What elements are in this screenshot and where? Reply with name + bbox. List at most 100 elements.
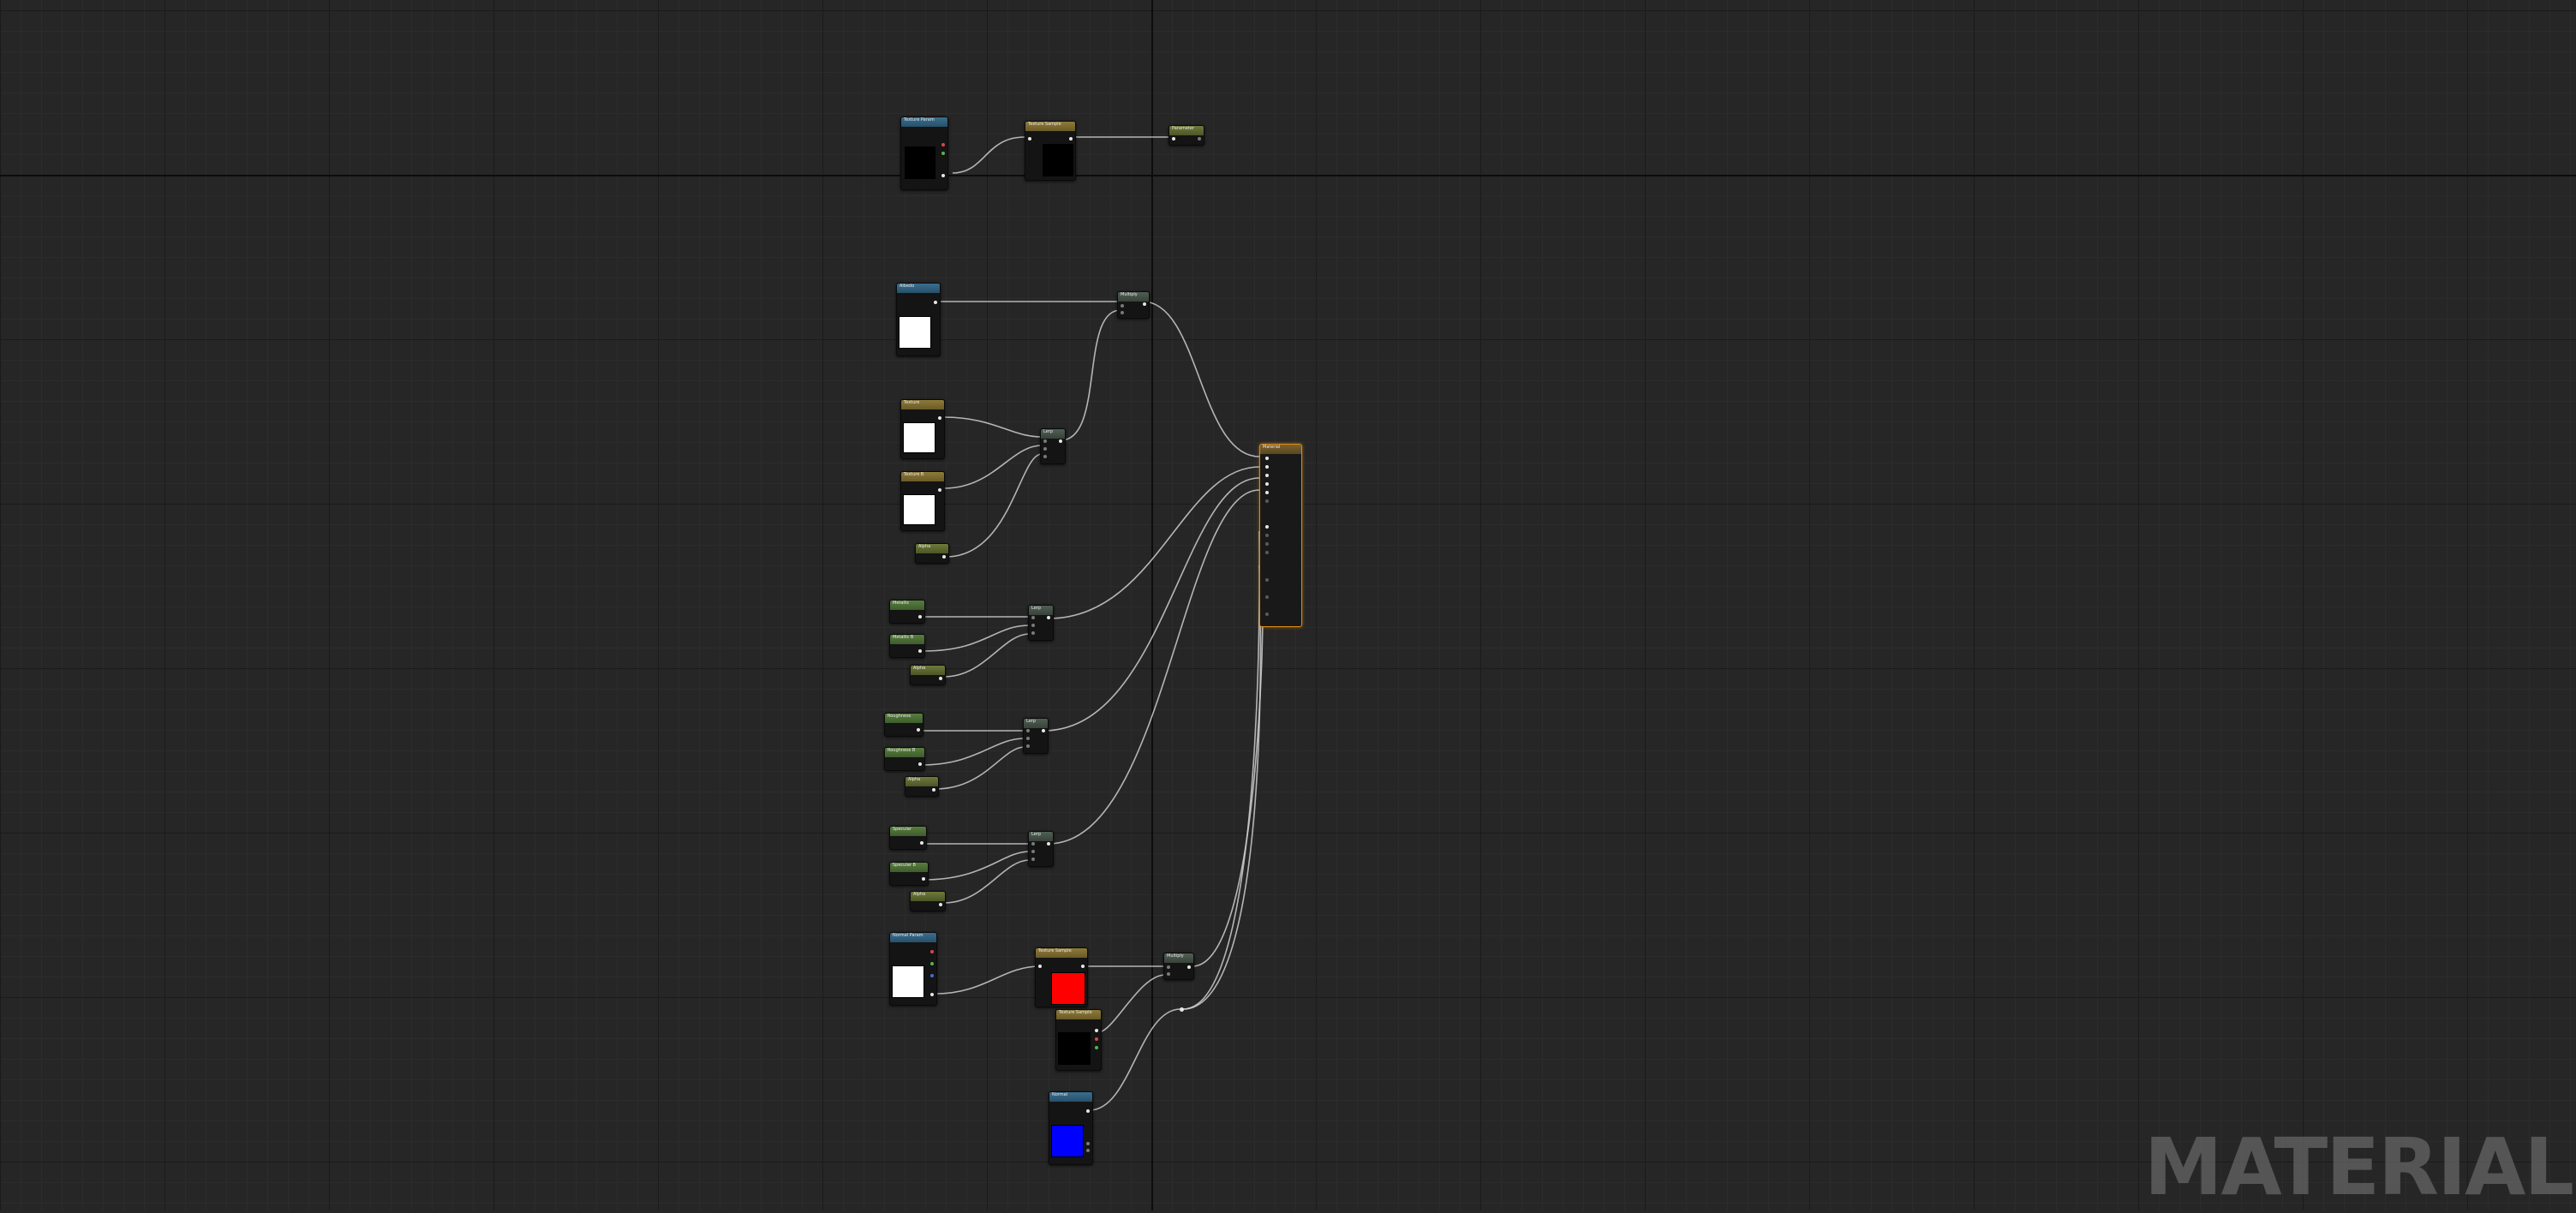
ambient-occlusion-pin[interactable]: [1265, 578, 1269, 582]
metallic-alpha-node[interactable]: Alpha: [910, 665, 946, 685]
material-graph-canvas[interactable]: Texture Param Texture Sample Parameter A…: [0, 0, 2576, 1210]
input-a-pin[interactable]: [1026, 729, 1030, 732]
alpha-pin[interactable]: [1043, 455, 1047, 458]
output-pin[interactable]: [1198, 137, 1201, 140]
input-b-pin[interactable]: [1121, 311, 1124, 314]
red-pin[interactable]: [1086, 1142, 1090, 1145]
green-pin[interactable]: [941, 152, 945, 155]
output-pin[interactable]: [1047, 842, 1050, 846]
output-pin[interactable]: [934, 301, 937, 304]
output-pin[interactable]: [917, 728, 920, 732]
refraction-pin[interactable]: [1265, 595, 1269, 599]
wire: [1048, 466, 1260, 619]
input-a-pin[interactable]: [1031, 616, 1035, 619]
output-pin[interactable]: [941, 174, 945, 177]
texture-sample-node[interactable]: Texture Sample: [1055, 1009, 1102, 1071]
input-b-pin[interactable]: [1031, 850, 1035, 853]
texture-sample-node[interactable]: Texture B: [900, 471, 945, 531]
roughness-pin[interactable]: [1265, 482, 1269, 486]
tangent-pin[interactable]: [1265, 534, 1269, 537]
roughness-alpha-node[interactable]: Alpha: [905, 776, 939, 797]
output-pin[interactable]: [938, 488, 941, 492]
output-pin[interactable]: [1143, 302, 1146, 306]
input-b-pin[interactable]: [1031, 624, 1035, 627]
roughness-scalar-node[interactable]: Roughness B: [884, 747, 925, 771]
output-pin[interactable]: [1047, 616, 1050, 619]
specular-alpha-node[interactable]: Alpha: [910, 891, 946, 911]
anisotropy-pin[interactable]: [1265, 491, 1269, 494]
output-pin[interactable]: [942, 555, 946, 559]
normal-pin[interactable]: [1265, 525, 1269, 529]
output-pin[interactable]: [1069, 137, 1073, 140]
scalar-parameter-node[interactable]: Alpha: [915, 543, 949, 564]
metallic-pin[interactable]: [1265, 465, 1269, 469]
multiply-node[interactable]: Multiply: [1117, 291, 1150, 319]
output-pin[interactable]: [930, 993, 934, 996]
output-pin[interactable]: [1081, 965, 1085, 968]
input-b-pin[interactable]: [1043, 447, 1047, 451]
input-b-pin[interactable]: [1167, 972, 1170, 976]
metallic-scalar-node[interactable]: Metallic: [889, 600, 925, 624]
wire: [952, 136, 1025, 174]
green-pin[interactable]: [930, 962, 934, 965]
red-pin[interactable]: [1095, 1037, 1098, 1041]
normal-map-parameter-node[interactable]: Normal: [1049, 1091, 1093, 1165]
albedo-parameter-node[interactable]: Albedo: [896, 283, 941, 356]
alpha-pin[interactable]: [1031, 631, 1035, 635]
input-a-pin[interactable]: [1121, 304, 1124, 308]
input-a-pin[interactable]: [1031, 842, 1035, 846]
texture-sample-node[interactable]: Texture Sample: [1025, 121, 1076, 181]
output-pin[interactable]: [1042, 729, 1045, 732]
lerp-node[interactable]: Lerp: [1028, 605, 1054, 641]
alpha-pin[interactable]: [1026, 744, 1030, 748]
output-pin[interactable]: [920, 841, 923, 845]
subsurface-pin[interactable]: [1265, 551, 1269, 554]
output-parameter-node[interactable]: Parameter: [1168, 125, 1204, 146]
green-pin[interactable]: [1086, 1149, 1090, 1152]
output-pin[interactable]: [1095, 1029, 1098, 1032]
lerp-node[interactable]: Lerp: [1028, 831, 1054, 867]
input-pin[interactable]: [1172, 137, 1175, 140]
emissive-pin[interactable]: [1265, 499, 1269, 503]
lerp-node[interactable]: Lerp: [1023, 718, 1049, 754]
output-pin[interactable]: [918, 762, 922, 766]
texture-preview: [892, 965, 924, 998]
specular-scalar-node[interactable]: Specular B: [889, 862, 929, 886]
specular-scalar-node[interactable]: Specular: [889, 826, 927, 850]
output-pin[interactable]: [1059, 439, 1062, 443]
multiply-node[interactable]: Multiply: [1163, 953, 1194, 980]
texture-parameter-node[interactable]: Texture Param: [900, 117, 948, 190]
base-color-pin[interactable]: [1265, 457, 1269, 460]
input-a-pin[interactable]: [1043, 439, 1047, 443]
world-position-offset-pin[interactable]: [1265, 542, 1269, 546]
specular-pin[interactable]: [1265, 474, 1269, 477]
material-result-node[interactable]: Material: [1259, 444, 1302, 627]
roughness-scalar-node[interactable]: Roughness: [884, 713, 923, 737]
texture-sample-node[interactable]: Texture: [900, 399, 945, 459]
output-pin[interactable]: [939, 903, 942, 906]
output-pin[interactable]: [1086, 1109, 1090, 1113]
alpha-pin[interactable]: [1031, 857, 1035, 861]
texture-sample-node[interactable]: Texture Sample: [1035, 947, 1088, 1007]
blue-pin[interactable]: [930, 974, 934, 977]
output-pin[interactable]: [932, 788, 935, 792]
pixel-depth-offset-pin[interactable]: [1265, 612, 1269, 616]
red-pin[interactable]: [941, 143, 945, 146]
input-pin[interactable]: [1028, 137, 1031, 140]
lerp-node[interactable]: Lerp: [1040, 428, 1066, 464]
output-pin[interactable]: [922, 877, 925, 881]
output-pin[interactable]: [918, 615, 922, 618]
output-pin[interactable]: [1187, 965, 1191, 969]
red-pin[interactable]: [930, 950, 934, 953]
input-b-pin[interactable]: [1026, 737, 1030, 740]
input-pin[interactable]: [1038, 965, 1042, 968]
normal-parameter-node[interactable]: Normal Param: [889, 932, 937, 1006]
green-pin[interactable]: [1095, 1046, 1098, 1049]
output-pin[interactable]: [938, 416, 941, 420]
input-a-pin[interactable]: [1167, 965, 1170, 969]
output-pin[interactable]: [939, 677, 942, 680]
reroute-node[interactable]: [1180, 1007, 1184, 1012]
wire: [943, 416, 1043, 438]
output-pin[interactable]: [918, 649, 922, 653]
metallic-scalar-node[interactable]: Metallic B: [889, 634, 925, 658]
